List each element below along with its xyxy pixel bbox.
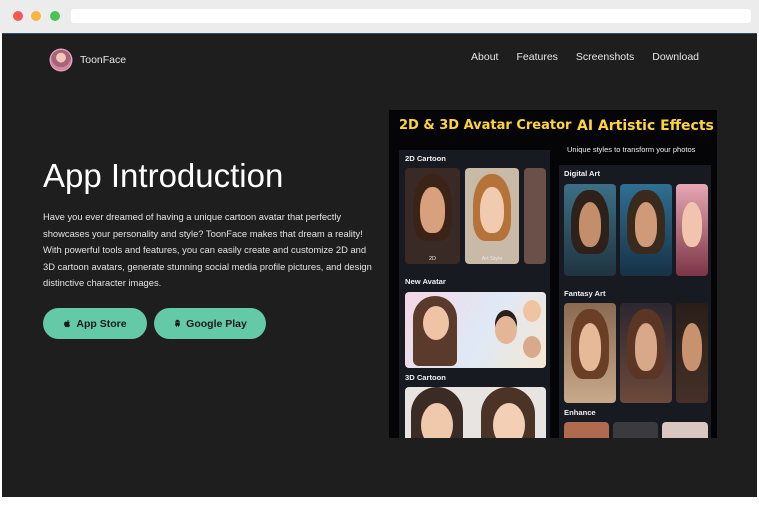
google-play-label: Google Play	[186, 317, 247, 330]
category-3d-cartoon: 3D Cartoon	[405, 373, 446, 382]
maximize-window-dot[interactable]	[50, 11, 60, 21]
app-store-label: App Store	[76, 317, 127, 330]
category-new-avatar: New Avatar	[405, 277, 446, 286]
landing-page: ToonFace About Features Screenshots Down…	[2, 33, 757, 497]
brand-logo-avatar	[51, 50, 71, 70]
showcase-right-heading: AI Artistic Effects	[577, 118, 714, 134]
artistic-effects-panel: Digital Art Fantasy Art Enhance	[559, 165, 711, 438]
category-digital-art: Digital Art	[564, 169, 600, 178]
thumb-new-avatar-collage	[405, 292, 546, 368]
nav-download[interactable]: Download	[652, 51, 699, 63]
category-enhance: Enhance	[564, 408, 596, 417]
thumb-2d-cartoon-partial	[524, 168, 546, 264]
thumb-digital-art-man-1	[564, 184, 616, 276]
thumb-digital-art-man-2	[620, 184, 672, 276]
nav-features[interactable]: Features	[516, 51, 557, 63]
category-2d-cartoon: 2D Cartoon	[405, 154, 446, 163]
address-bar[interactable]	[71, 9, 751, 23]
thumb-art-style-woman: Art Style	[465, 168, 519, 264]
nav-screenshots[interactable]: Screenshots	[576, 51, 634, 63]
thumb-enhance-1	[564, 422, 609, 438]
browser-chrome	[0, 0, 759, 33]
nav-about[interactable]: About	[471, 51, 498, 63]
app-screenshot-showcase: 2D & 3D Avatar Creator AI Artistic Effec…	[389, 110, 717, 438]
avatar-creator-panel: 2D Cartoon 2D Art Style New Avatar 3D Ca…	[399, 150, 550, 438]
showcase-right-subtitle: Unique styles to transform your photos	[567, 145, 696, 154]
brand-name: ToonFace	[80, 54, 127, 66]
hero-title: App Introduction	[43, 157, 284, 194]
apple-icon	[64, 319, 71, 328]
thumb-fantasy-art-woman-2	[620, 303, 672, 403]
thumb-enhance-2	[613, 422, 658, 438]
thumb-digital-art-woman	[676, 184, 708, 276]
thumb-tag-art-style: Art Style	[481, 256, 503, 262]
showcase-left-heading: 2D & 3D Avatar Creator	[399, 118, 572, 133]
thumb-fantasy-art-woman-1	[564, 303, 616, 403]
brand[interactable]: ToonFace	[51, 50, 126, 70]
close-window-dot[interactable]	[13, 11, 23, 21]
hero-description: Have you ever dreamed of having a unique…	[43, 211, 372, 289]
top-nav: About Features Screenshots Download	[471, 51, 699, 63]
thumb-3d-cartoon-pair	[405, 387, 546, 438]
thumb-fantasy-art-man	[676, 303, 708, 403]
thumb-tag-2d: 2D	[428, 256, 437, 262]
thumb-enhance-3	[662, 422, 708, 438]
thumb-2d-cartoon-woman: 2D	[405, 168, 460, 264]
android-icon	[175, 319, 180, 327]
app-store-button[interactable]: App Store	[43, 308, 147, 339]
minimize-window-dot[interactable]	[31, 11, 41, 21]
category-fantasy-art: Fantasy Art	[564, 289, 606, 298]
google-play-button[interactable]: Google Play	[154, 308, 266, 339]
